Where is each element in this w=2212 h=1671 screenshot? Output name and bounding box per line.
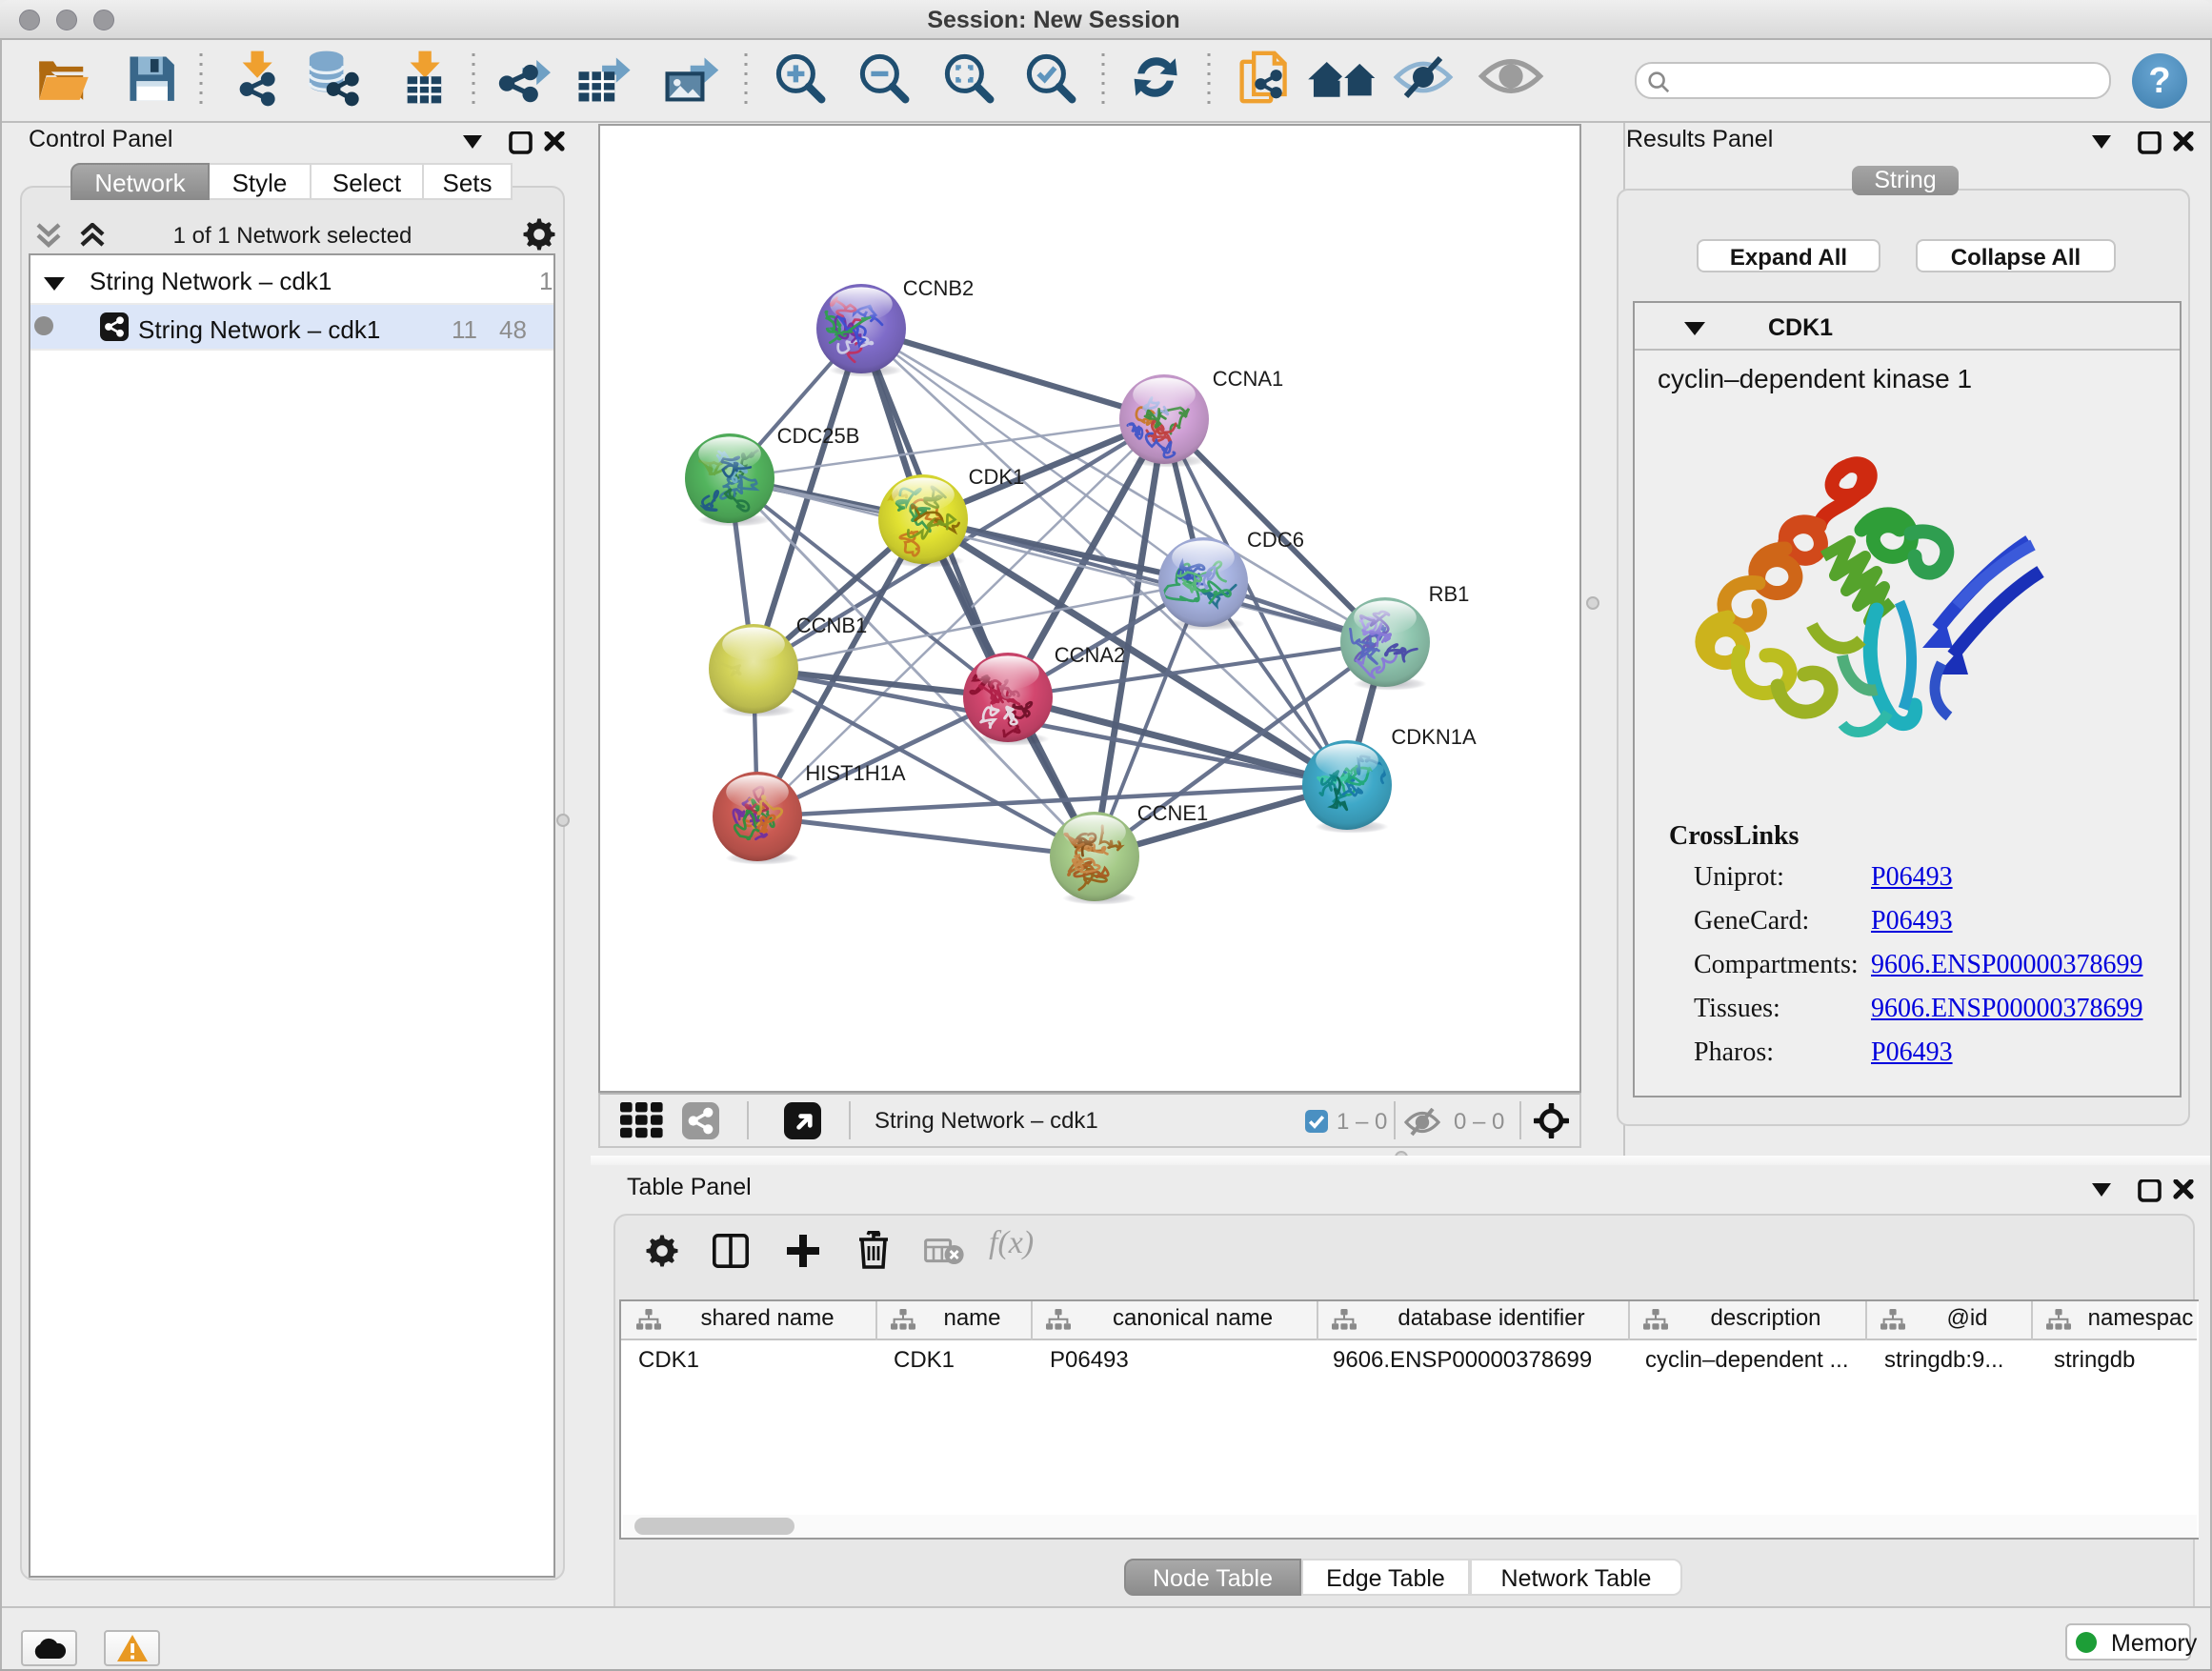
svg-text:CDKN1A: CDKN1A [1391, 725, 1477, 749]
svg-text:CDC25B: CDC25B [777, 424, 860, 448]
svg-text:RB1: RB1 [1429, 582, 1470, 606]
svg-text:CCNE1: CCNE1 [1137, 801, 1209, 825]
svg-text:CDC6: CDC6 [1247, 528, 1304, 552]
svg-text:HIST1H1A: HIST1H1A [805, 761, 905, 785]
svg-text:CCNA1: CCNA1 [1213, 367, 1284, 391]
svg-text:CDK1: CDK1 [969, 465, 1025, 489]
svg-text:CCNB2: CCNB2 [903, 276, 975, 300]
svg-text:CCNB1: CCNB1 [796, 614, 868, 637]
svg-text:CCNA2: CCNA2 [1055, 643, 1126, 667]
